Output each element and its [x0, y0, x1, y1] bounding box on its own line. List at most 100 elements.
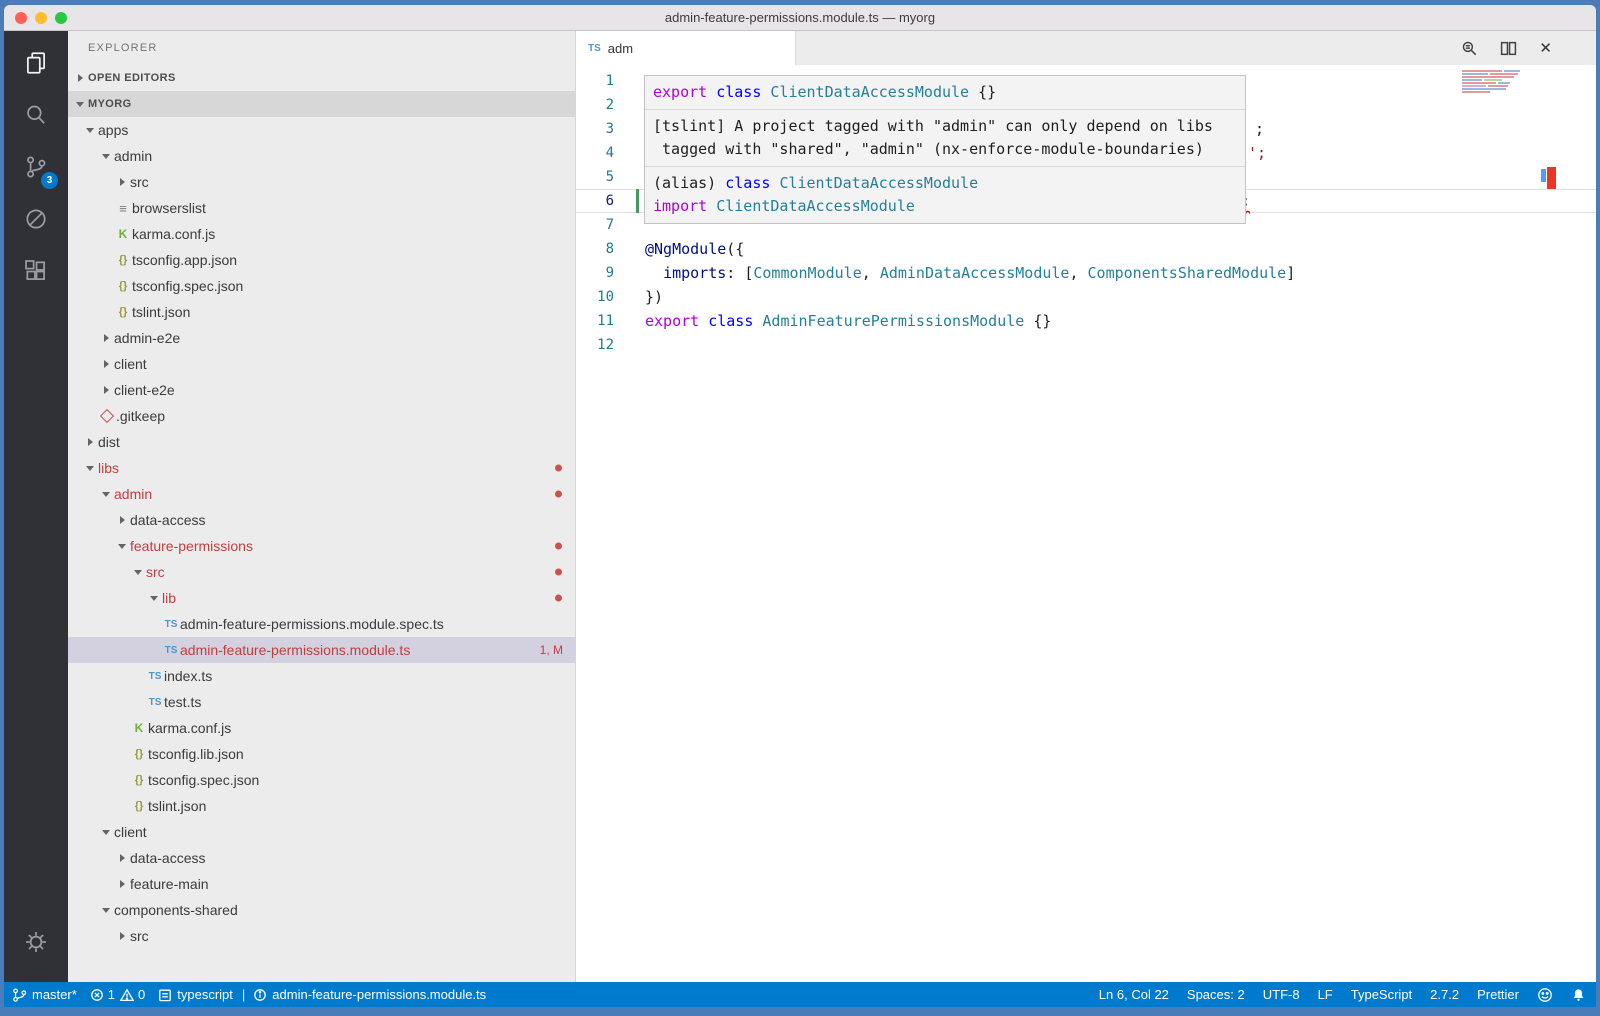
line-number[interactable]: 8 — [576, 241, 632, 257]
indentation-indicator[interactable]: Spaces: 2 — [1187, 987, 1245, 1002]
tree-folder-src[interactable]: src — [68, 169, 575, 195]
tree-folder-admin[interactable]: admin — [68, 481, 575, 507]
formatter-indicator[interactable]: Prettier — [1477, 987, 1519, 1002]
tree-file-browserslist[interactable]: ≡browserslist — [68, 195, 575, 221]
tree-folder-lib[interactable]: lib — [68, 585, 575, 611]
json-file-icon: {} — [114, 306, 132, 318]
tab-label: adm — [608, 41, 633, 56]
zoom-window-button[interactable] — [55, 12, 67, 24]
minimap-row — [1462, 79, 1532, 81]
editor[interactable]: 123;4';56import { ClientDataAccessModule… — [576, 65, 1596, 982]
minimap-row — [1462, 85, 1532, 87]
search-icon[interactable] — [10, 89, 62, 141]
hover-alias-section: (alias) class ClientDataAccessModule imp… — [645, 166, 1245, 223]
minimap-segment — [1498, 82, 1510, 84]
debug-icon[interactable] — [10, 193, 62, 245]
warning-count: 0 — [138, 987, 145, 1002]
cursor-position-indicator[interactable]: Ln 6, Col 22 — [1099, 987, 1169, 1002]
search-editor-icon[interactable] — [1461, 40, 1478, 57]
line-number[interactable]: 7 — [576, 217, 632, 233]
tree-file-tslint.json[interactable]: {}tslint.json — [68, 793, 575, 819]
line-number[interactable]: 11 — [576, 313, 632, 329]
tree-file-tslint.json[interactable]: {}tslint.json — [68, 299, 575, 325]
problems-git-badge: 1, M — [540, 643, 563, 657]
tree-folder-components-shared[interactable]: components-shared — [68, 897, 575, 923]
tree-folder-feature-main[interactable]: feature-main — [68, 871, 575, 897]
notifications-indicator[interactable] — [1571, 987, 1586, 1003]
problems-indicator[interactable]: 1 0 — [90, 987, 145, 1002]
git-branch-indicator[interactable]: master* — [12, 987, 77, 1003]
tree-file-tsconfig.spec.json[interactable]: {}tsconfig.spec.json — [68, 767, 575, 793]
tree-folder-data-access[interactable]: data-access — [68, 845, 575, 871]
line-number[interactable]: 6 — [576, 193, 632, 209]
ts-version-indicator[interactable]: 2.7.2 — [1430, 987, 1459, 1002]
code-line-10[interactable]: 10}) — [576, 285, 1596, 309]
encoding-indicator[interactable]: UTF-8 — [1263, 987, 1300, 1002]
close-window-button[interactable] — [15, 12, 27, 24]
minimize-window-button[interactable] — [35, 12, 47, 24]
code-line-11[interactable]: 11export class AdminFeaturePermissionsMo… — [576, 309, 1596, 333]
explorer-icon[interactable] — [10, 37, 62, 89]
line-number[interactable]: 2 — [576, 97, 632, 113]
twistie-icon — [98, 386, 114, 394]
line-number[interactable]: 5 — [576, 169, 632, 185]
tree-folder-data-access[interactable]: data-access — [68, 507, 575, 533]
code-line-9[interactable]: 9 imports: [CommonModule, AdminDataAcces… — [576, 261, 1596, 285]
eol-indicator[interactable]: LF — [1318, 987, 1333, 1002]
tree-file-admin-feature-permissions.module.spec.ts[interactable]: TSadmin-feature-permissions.module.spec.… — [68, 611, 575, 637]
tree-folder-src[interactable]: src — [68, 923, 575, 949]
extensions-icon[interactable] — [10, 245, 62, 297]
code-line-8[interactable]: 8@NgModule({ — [576, 237, 1596, 261]
tree-folder-client[interactable]: client — [68, 819, 575, 845]
code-token: imports — [663, 264, 726, 282]
tree-file-test.ts[interactable]: TStest.ts — [68, 689, 575, 715]
line-number[interactable]: 12 — [576, 337, 632, 353]
tree-folder-feature-permissions[interactable]: feature-permissions — [68, 533, 575, 559]
ts-file-icon: TS — [162, 619, 180, 630]
settings-gear-icon[interactable] — [10, 916, 62, 968]
tree-folder-src[interactable]: src — [68, 559, 575, 585]
tree-folder-libs[interactable]: libs — [68, 455, 575, 481]
tree-folder-admin-e2e[interactable]: admin-e2e — [68, 325, 575, 351]
feedback-smiley-indicator[interactable] — [1537, 987, 1553, 1003]
line-number[interactable]: 1 — [576, 73, 632, 89]
tree-item-label: tsconfig.app.json — [132, 252, 237, 268]
window-controls — [15, 12, 67, 24]
tree-folder-dist[interactable]: dist — [68, 429, 575, 455]
tab-admin-feature-permissions-module[interactable]: TS adm — [576, 31, 796, 65]
minimap[interactable] — [1462, 70, 1532, 94]
tree-file-.gitkeep[interactable]: .gitkeep — [68, 403, 575, 429]
tree-file-admin-feature-permissions.module.ts[interactable]: TSadmin-feature-permissions.module.ts1, … — [68, 637, 575, 663]
line-number[interactable]: 3 — [576, 121, 632, 137]
tree-folder-apps[interactable]: apps — [68, 117, 575, 143]
tree-file-index.ts[interactable]: TSindex.ts — [68, 663, 575, 689]
ts-file-icon: TS — [146, 671, 164, 682]
tree-file-karma.conf.js[interactable]: Kkarma.conf.js — [68, 715, 575, 741]
tree-file-karma.conf.js[interactable]: Kkarma.conf.js — [68, 221, 575, 247]
modified-dot-badge — [555, 569, 562, 576]
line-number[interactable]: 10 — [576, 289, 632, 305]
titlebar[interactable]: admin-feature-permissions.module.ts — my… — [4, 5, 1596, 31]
tree-item-label: admin — [114, 486, 152, 502]
tree-file-tsconfig.spec.json[interactable]: {}tsconfig.spec.json — [68, 273, 575, 299]
file-problem-indicator[interactable]: admin-feature-permissions.module.ts — [253, 987, 486, 1002]
source-control-icon[interactable]: 3 — [10, 141, 62, 193]
line-number[interactable]: 9 — [576, 265, 632, 281]
language-mode-indicator[interactable]: TypeScript — [1351, 987, 1412, 1002]
tree-folder-admin[interactable]: admin — [68, 143, 575, 169]
editor-actions: ✕ — [1461, 31, 1552, 65]
tslint-status-indicator[interactable]: typescript — [158, 987, 233, 1002]
tree-file-tsconfig.app.json[interactable]: {}tsconfig.app.json — [68, 247, 575, 273]
open-editors-header[interactable]: OPEN EDITORS — [68, 65, 575, 91]
code-token: , — [1069, 264, 1087, 282]
root-folder-header[interactable]: MYORG — [68, 91, 575, 117]
tree-file-tsconfig.lib.json[interactable]: {}tsconfig.lib.json — [68, 741, 575, 767]
close-editor-icon[interactable]: ✕ — [1539, 41, 1552, 56]
line-number[interactable]: 4 — [576, 145, 632, 161]
tree-folder-client-e2e[interactable]: client-e2e — [68, 377, 575, 403]
split-editor-icon[interactable] — [1500, 40, 1517, 57]
tree-item-label: browserslist — [132, 200, 206, 216]
twistie-icon — [72, 102, 88, 107]
tree-folder-client[interactable]: client — [68, 351, 575, 377]
code-line-12[interactable]: 12 — [576, 333, 1596, 357]
